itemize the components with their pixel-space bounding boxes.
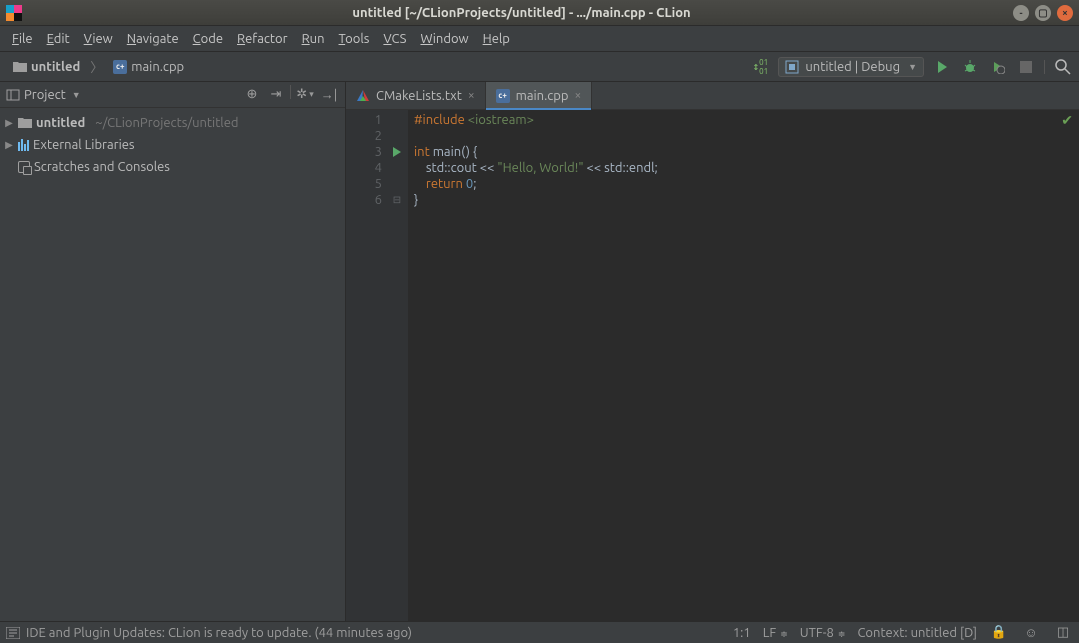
status-message[interactable]: IDE and Plugin Updates: CLion is ready t… [6, 626, 412, 640]
maximize-button[interactable]: ▢ [1035, 5, 1051, 21]
menu-vcs[interactable]: VCS [377, 30, 412, 48]
debug-button[interactable] [960, 57, 980, 77]
toolwindows-toggle-icon[interactable]: ◫ [1053, 623, 1073, 643]
tab-label: main.cpp [516, 89, 569, 103]
menubar: FileEditViewNavigateCodeRefactorRunTools… [0, 26, 1079, 52]
breadcrumb-file[interactable]: c+ main.cpp [106, 57, 191, 77]
run-with-coverage-button[interactable] [988, 57, 1008, 77]
menu-run[interactable]: Run [296, 30, 331, 48]
tree-external-label: External Libraries [33, 138, 135, 152]
hide-button[interactable]: →| [319, 85, 339, 105]
window-title: untitled [~/CLionProjects/untitled] - ..… [30, 6, 1013, 20]
memory-indicator-icon[interactable]: 🔒 [989, 623, 1009, 643]
code-lines[interactable]: ✔ #include <iostream>int main() { std::c… [408, 110, 1079, 621]
status-line-ending[interactable]: LF ≑ [763, 626, 788, 640]
close-tab-icon[interactable]: × [468, 89, 475, 102]
folder-icon [18, 117, 32, 129]
tree-root[interactable]: ▶ untitled ~/CLionProjects/untitled [2, 112, 343, 134]
titlebar: untitled [~/CLionProjects/untitled] - ..… [0, 0, 1079, 26]
project-tool-title[interactable]: Project ▼ [6, 88, 81, 102]
target-icon [785, 60, 799, 74]
expander-icon[interactable]: ▶ [4, 139, 14, 151]
scratches-icon [18, 161, 30, 173]
project-icon [6, 88, 20, 102]
window-controls: ‑ ▢ × [1013, 5, 1073, 21]
statusbar: IDE and Plugin Updates: CLion is ready t… [0, 621, 1079, 643]
dropdown-icon: ▼ [72, 90, 81, 100]
minimize-button[interactable]: ‑ [1013, 5, 1029, 21]
step-toggle-icon[interactable]: ↕0101 [750, 57, 770, 77]
app-logo [6, 5, 22, 21]
menu-window[interactable]: Window [414, 30, 474, 48]
event-log-icon [6, 627, 20, 639]
navbar: untitled 〉 c+ main.cpp ↕0101 untitled | … [0, 52, 1079, 82]
cpp-file-icon: c+ [113, 60, 127, 74]
tab-label: CMakeLists.txt [376, 89, 462, 103]
run-button[interactable] [932, 57, 952, 77]
stop-button[interactable] [1016, 57, 1036, 77]
menu-navigate[interactable]: Navigate [121, 30, 185, 48]
line-number-gutter: 123456 [346, 110, 386, 621]
collapse-all-icon[interactable]: ⇥ [266, 85, 286, 105]
body: Project ▼ ⊕ ⇥ ✲▾ →| ▶ untitled ~/CLionPr… [0, 82, 1079, 621]
tree-root-label: untitled [36, 116, 85, 130]
project-tree[interactable]: ▶ untitled ~/CLionProjects/untitled ▶ Ex… [0, 108, 345, 182]
editor-area: CMakeLists.txt × c+ main.cpp × 123456 ⊟ ✔ #i… [346, 82, 1079, 621]
tree-scratches-label: Scratches and Consoles [34, 160, 170, 174]
menu-file[interactable]: File [6, 30, 39, 48]
close-button[interactable]: × [1057, 5, 1073, 21]
cmake-file-icon [356, 89, 370, 103]
toolbar-separator [1044, 60, 1045, 74]
editor-tabs: CMakeLists.txt × c+ main.cpp × [346, 82, 1079, 110]
status-encoding[interactable]: UTF-8 ≑ [800, 626, 846, 640]
close-tab-icon[interactable]: × [575, 89, 582, 102]
menu-tools[interactable]: Tools [333, 30, 376, 48]
tree-scratches[interactable]: Scratches and Consoles [2, 156, 343, 178]
tree-external-libraries[interactable]: ▶ External Libraries [2, 134, 343, 156]
editor-tab[interactable]: CMakeLists.txt × [346, 82, 486, 109]
menu-help[interactable]: Help [477, 30, 516, 48]
status-context[interactable]: Context: untitled [D] [857, 626, 977, 640]
editor-tab[interactable]: c+ main.cpp × [486, 82, 593, 109]
settings-icon[interactable]: ✲▾ [295, 85, 315, 105]
project-tool-window: Project ▼ ⊕ ⇥ ✲▾ →| ▶ untitled ~/CLionPr… [0, 82, 346, 621]
breadcrumb-file-label: main.cpp [131, 60, 184, 74]
folder-icon [13, 61, 27, 73]
status-message-text: IDE and Plugin Updates: CLion is ready t… [26, 626, 412, 640]
tree-root-hint: ~/CLionProjects/untitled [95, 116, 238, 130]
inspection-ok-icon[interactable]: ✔ [1061, 112, 1073, 128]
breadcrumb-separator: 〉 [87, 56, 106, 77]
inspections-icon[interactable]: ☺ [1021, 623, 1041, 643]
search-everywhere-button[interactable] [1053, 57, 1073, 77]
library-icon [18, 139, 29, 151]
menu-code[interactable]: Code [187, 30, 229, 48]
status-caret[interactable]: 1:1 [733, 626, 751, 640]
dropdown-icon: ▼ [908, 62, 917, 72]
run-config-selector[interactable]: untitled | Debug ▼ [778, 57, 924, 77]
cpp-file-icon: c+ [496, 89, 510, 103]
menu-edit[interactable]: Edit [41, 30, 76, 48]
code-editor[interactable]: 123456 ⊟ ✔ #include <iostream>int main()… [346, 110, 1079, 621]
scroll-from-source-icon[interactable]: ⊕ [242, 85, 262, 105]
breadcrumb-project-label: untitled [31, 60, 80, 74]
menu-view[interactable]: View [78, 30, 119, 48]
run-config-label: untitled | Debug [805, 60, 900, 74]
run-fold-gutter: ⊟ [386, 110, 408, 621]
menu-refactor[interactable]: Refactor [231, 30, 294, 48]
breadcrumb-project[interactable]: untitled [6, 57, 87, 77]
project-tool-header: Project ▼ ⊕ ⇥ ✲▾ →| [0, 82, 345, 108]
expander-icon[interactable]: ▶ [4, 117, 14, 129]
